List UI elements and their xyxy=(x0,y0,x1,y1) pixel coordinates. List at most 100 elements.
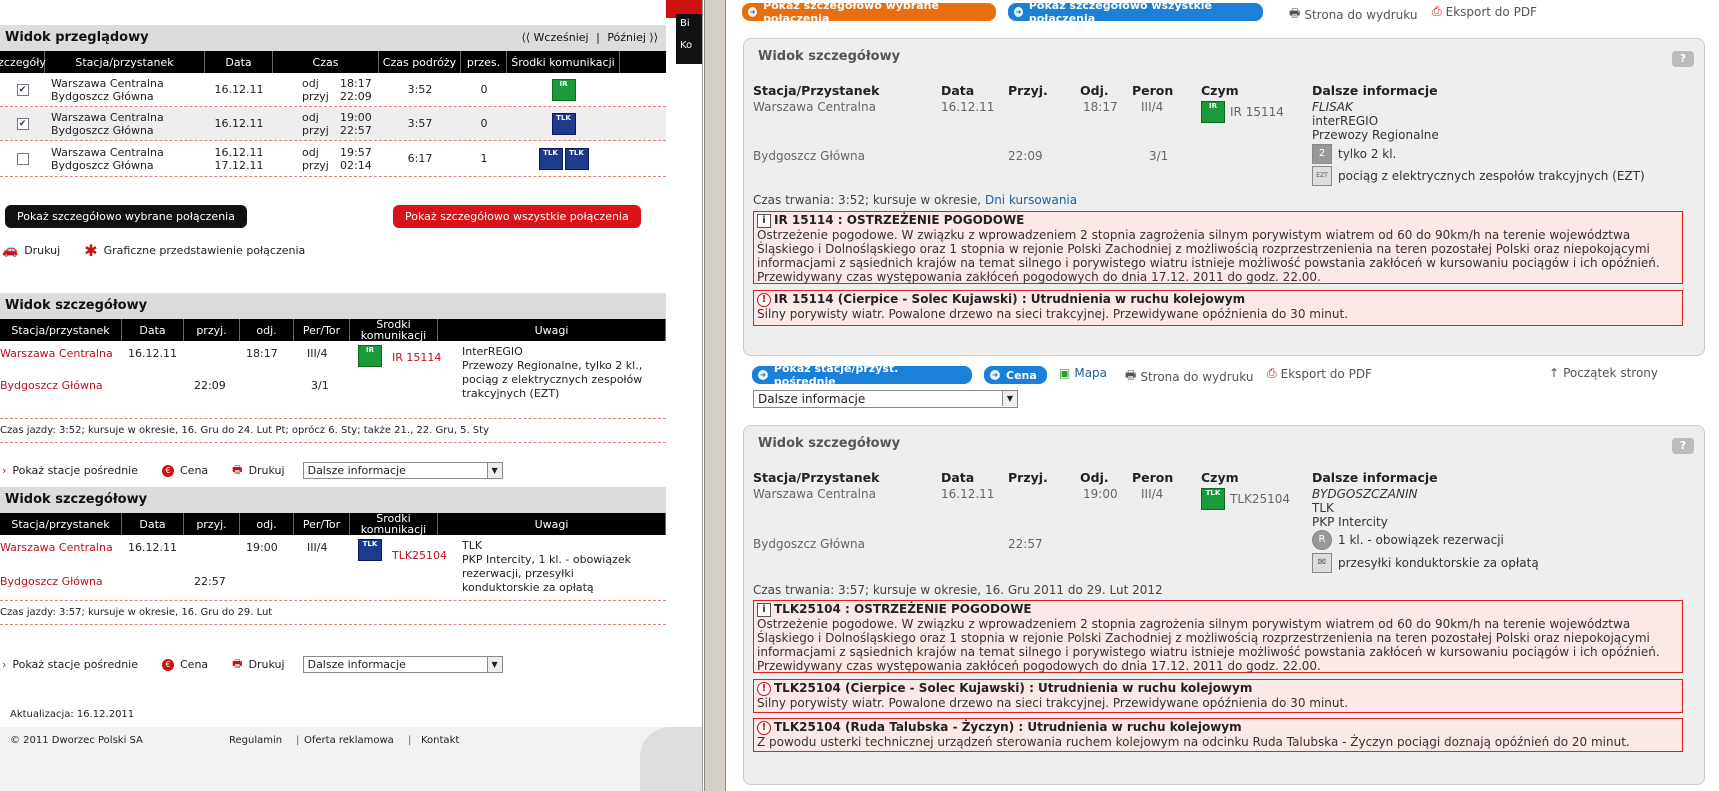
checkbox-unchecked[interactable] xyxy=(16,152,29,165)
changes: 1 xyxy=(480,152,488,165)
print-link[interactable]: Drukuj xyxy=(249,464,285,477)
footer-link-regulamin[interactable]: Regulamin xyxy=(229,735,282,746)
arr-time: 22:57 xyxy=(194,575,226,588)
pagination-separator: | xyxy=(596,31,600,44)
page-top-link[interactable]: ↑ Początek strony xyxy=(1549,366,1658,380)
arrow-right-icon: ➜ xyxy=(758,370,768,380)
show-selected-button[interactable]: ➜ Pokaż szczegółowo wybrane połączenia xyxy=(742,0,996,25)
show-stations-button[interactable]: ➜ Pokaż stacje/przyst. pośrednie xyxy=(752,362,972,388)
date: 16.12.11 xyxy=(214,145,264,159)
col-header: Przyj. xyxy=(1008,83,1048,98)
transport-cell: TLK xyxy=(507,107,620,140)
col-header: Data xyxy=(941,83,975,98)
train: TLK TLK25104 xyxy=(1201,488,1290,510)
more-info-select[interactable]: Dalsze informacje ▼ xyxy=(302,656,503,673)
arrow-right-icon: ➜ xyxy=(748,7,758,17)
checkbox-checked[interactable]: ✔ xyxy=(16,117,29,130)
col-header: Środki komunikacji xyxy=(350,513,438,535)
pdf-export-link[interactable]: ⎙ Eksport do PDF xyxy=(1432,4,1537,19)
col-header: Odj. xyxy=(1080,470,1109,485)
help-icon[interactable]: ? xyxy=(1672,438,1694,454)
price-button[interactable]: ➜ Cena xyxy=(984,366,1047,384)
train-category: TLK xyxy=(1312,501,1334,515)
to-station: Bydgoszcz Główna xyxy=(51,123,154,137)
more-info-select[interactable]: Dalsze informacje ▼ xyxy=(302,462,503,479)
warning-text: Ostrzeżenie pogodowe. W związku z wprowa… xyxy=(757,616,1660,673)
to-station-link[interactable]: Bydgoszcz Główna xyxy=(0,379,103,392)
duration: 3:52 xyxy=(407,83,433,96)
link-label: Eksport do PDF xyxy=(1280,366,1372,381)
warning-text: Silny porywisty wiatr. Powalone drzewo n… xyxy=(757,306,1349,321)
select-value: Dalsze informacje xyxy=(307,658,406,671)
arrow-icon: › xyxy=(2,464,7,477)
stations-link[interactable]: Pokaż stacje pośrednie xyxy=(12,658,138,671)
duration: 6:17 xyxy=(407,152,433,165)
date-cell: 16.12.11 xyxy=(205,107,273,140)
duration-cell: 3:52 xyxy=(379,73,461,106)
more-info-select[interactable]: Dalsze informacje ▼ xyxy=(753,390,1018,408)
print-page-link[interactable]: 🖶 Strona do wydruku xyxy=(1289,4,1417,25)
col-header: Data xyxy=(122,513,184,535)
button-label: Pokaż stacje/przyst. pośrednie xyxy=(773,362,899,388)
footer-link-oferta[interactable]: Oferta reklamowa xyxy=(304,735,394,746)
train-name: FLISAK xyxy=(1312,100,1353,114)
arr-time: 22:57 xyxy=(340,123,372,137)
tlk-train-icon: TLK xyxy=(564,147,589,170)
warning-title: IR 15114 : OSTRZEŻENIE POGODOWE xyxy=(774,213,1025,227)
overview-row[interactable]: ✔ Warszawa Centralna Bydgoszcz Główna 16.12… xyxy=(0,73,666,107)
stations-cell: Warszawa Centralna Bydgoszcz Główna xyxy=(45,73,205,106)
side-tab[interactable]: Bi Ko xyxy=(676,14,702,64)
price-link[interactable]: Cena xyxy=(180,464,208,477)
print-link[interactable]: Drukuj xyxy=(24,244,60,257)
link-label: Eksport do PDF xyxy=(1445,4,1537,19)
overview-row[interactable]: Warszawa Centralna Bydgoszcz Główna 16.12.… xyxy=(0,141,666,177)
price-link[interactable]: Cena xyxy=(180,658,208,671)
dep-time: 18:17 xyxy=(1083,100,1118,114)
time-cell: odj 19:57 przyj 02:14 xyxy=(273,141,379,176)
pdf-icon: ⎙ xyxy=(1432,4,1442,18)
col-header: Stacja/przystanek xyxy=(0,319,122,341)
footer-link-kontakt[interactable]: Kontakt xyxy=(421,735,459,746)
stations-link[interactable]: Pokaż stacje pośrednie xyxy=(12,464,138,477)
arrow-right-icon: ➜ xyxy=(990,370,1000,380)
arr-label: przyj xyxy=(302,89,329,103)
overview-row[interactable]: ✔ Warszawa Centralna Bydgoszcz Główna 16.12… xyxy=(0,107,666,141)
graphic-link[interactable]: Graficzne przedstawienie połączenia xyxy=(104,244,306,257)
col-header: Uwagi xyxy=(438,319,666,341)
checkbox-checked[interactable]: ✔ xyxy=(16,83,29,96)
show-selected-button[interactable]: Pokaż szczegółowo wybrane połączenia xyxy=(5,205,247,228)
detail-header: Widok szczegółowy xyxy=(0,293,666,319)
printer-icon: 🖶 xyxy=(1289,6,1301,20)
map-link[interactable]: ▣ Mapa xyxy=(1059,366,1107,380)
link-label: Początek strony xyxy=(1563,366,1658,380)
disruption-warning: ! TLK25104 (Ruda Talubska - Życzyn) : Utr… xyxy=(753,718,1683,752)
select-value: Dalsze informacje xyxy=(758,392,866,406)
help-icon[interactable]: ? xyxy=(1672,51,1694,67)
train-number-link[interactable]: IR 15114 xyxy=(392,351,441,364)
show-all-button[interactable]: ➜ Pokaż szczegółowo wszystkie połączenia xyxy=(1008,0,1263,25)
weather-warning: i IR 15114 : OSTRZEŻENIE POGODOWE Ostrzeże… xyxy=(753,211,1683,284)
print-link[interactable]: Drukuj xyxy=(249,658,285,671)
col-header: Przyj. xyxy=(1008,470,1048,485)
earlier-link[interactable]: ⟨⟨ Wcześniej xyxy=(521,31,588,44)
later-link[interactable]: Później ⟩⟩ xyxy=(607,31,658,44)
updated-text: Aktualizacja: 16.12.2011 xyxy=(10,709,135,720)
show-all-button[interactable]: Pokaż szczegółowo wszystkie połączenia xyxy=(393,205,641,228)
info-block: FLISAK interREGIO Przewozy Regionalne 2t… xyxy=(1312,100,1645,186)
train-number-link[interactable]: TLK25104 xyxy=(392,549,447,562)
col-header: Dalsze informacje xyxy=(1312,470,1438,485)
row-checkbox-cell xyxy=(0,141,45,176)
pdf-export-link[interactable]: ⎙ Eksport do PDF xyxy=(1267,366,1372,381)
from-station-link[interactable]: Warszawa Centralna xyxy=(0,541,113,554)
info-block: BYDGOSZCZANIN TLK PKP Intercity R 1 kl. -… xyxy=(1312,487,1539,573)
changes: 0 xyxy=(480,117,488,130)
days-link[interactable]: Dni kursowania xyxy=(985,193,1077,207)
from-station-link[interactable]: Warszawa Centralna xyxy=(0,347,113,360)
to-station-link[interactable]: Bydgoszcz Główna xyxy=(0,575,103,588)
col-header: Środki komunikacji xyxy=(507,51,620,73)
left-pane: Widok przeglądowy ⟨⟨ Wcześniej | Później… xyxy=(0,0,703,791)
window-splitter[interactable] xyxy=(704,0,726,791)
print-page-link[interactable]: 🖶 Strona do wydruku xyxy=(1125,366,1253,387)
arr-label: przyj xyxy=(302,158,329,172)
link-label: Strona do wydruku xyxy=(1140,369,1254,384)
